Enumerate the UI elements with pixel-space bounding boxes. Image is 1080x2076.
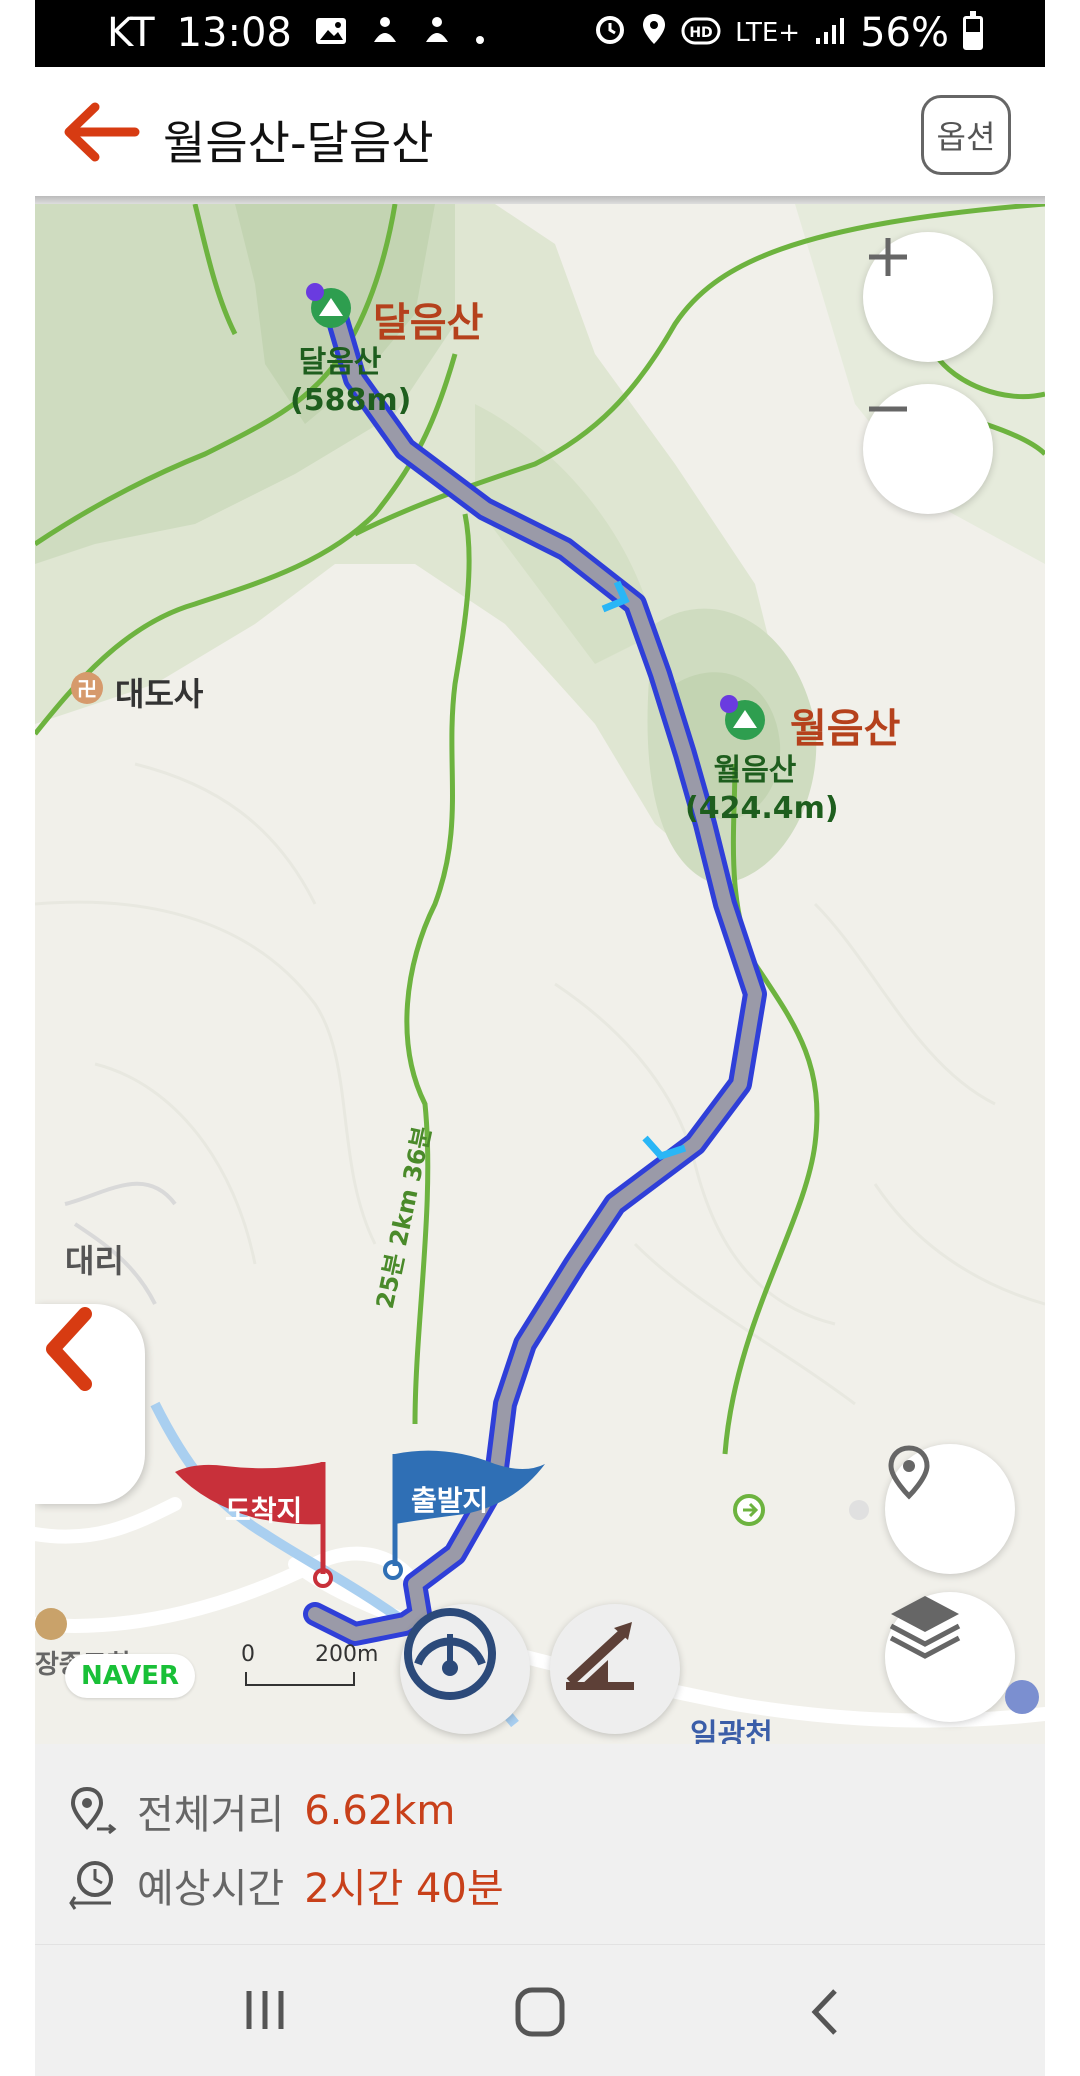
arrow-left-icon	[64, 102, 140, 162]
peak-name-woleumsan: 월음산	[790, 706, 901, 752]
zoom-in-button[interactable]	[863, 232, 993, 362]
recent-apps-icon	[246, 1991, 284, 2029]
map-view[interactable]: 卍 달음산 달음산 (588m) 월음산 월음산 (424.4m) 대도사 대리…	[35, 204, 1045, 1744]
scale-zero: 0	[241, 1642, 255, 1667]
naver-logo: NAVER	[65, 1654, 195, 1698]
peak-label-woleumsan: 월음산 (424.4m)	[685, 752, 839, 828]
carrier-text: KT	[107, 10, 155, 56]
zoom-out-button[interactable]	[863, 384, 993, 514]
time-label: 예상시간	[137, 1866, 285, 1912]
layers-icon	[889, 1596, 961, 1659]
peak-label-text: 달음산	[298, 345, 382, 380]
speed-gauge-icon	[404, 1608, 496, 1700]
dot-icon	[474, 10, 486, 56]
place-label-ilgwangcheon: 일광천	[690, 1718, 773, 1744]
estimated-time-icon	[69, 1861, 113, 1910]
signal-icon	[814, 10, 846, 56]
lte-icon: LTE+	[735, 18, 801, 48]
app-bar: 월음산-달음산 옵션	[35, 67, 1045, 197]
home-button[interactable]	[513, 1985, 567, 2043]
battery-percent: 56%	[860, 10, 949, 56]
elevation-profile-button[interactable]	[550, 1604, 680, 1734]
alarm-icon	[593, 10, 627, 56]
distance-label: 전체거리	[137, 1792, 285, 1838]
peak-elevation-text: (588m)	[290, 383, 412, 418]
image-icon	[314, 10, 348, 56]
system-nav-bar	[35, 1944, 1045, 2076]
notification-icon	[422, 10, 452, 56]
direction-arrow-icon	[642, 1135, 687, 1161]
layers-button[interactable]	[885, 1592, 1015, 1722]
route-summary-panel: 전체거리 6.62km 예상시간 2시간 40분	[35, 1744, 1045, 1944]
collapse-panel-button[interactable]	[35, 1304, 145, 1504]
peak-name-dalumsan: 달음산	[373, 300, 484, 346]
map-scale: 0 200m	[241, 1642, 378, 1686]
place-label-daedosa: 대도사	[115, 675, 204, 713]
scale-distance: 200m	[315, 1642, 379, 1667]
peak-label-dalumsan: 달음산 (588m)	[290, 344, 412, 420]
time-value: 2시간 40분	[304, 1866, 504, 1912]
svg-text:卍: 卍	[77, 677, 97, 701]
peak-elevation-text: (424.4m)	[685, 791, 839, 826]
system-back-button[interactable]	[805, 1985, 845, 2043]
place-label-daeri: 대리	[65, 1242, 124, 1280]
status-bar: KT 13:08 HD LTE+ 56%	[35, 0, 1045, 67]
recent-apps-button[interactable]	[235, 1985, 295, 2039]
info-icon[interactable]	[1005, 1680, 1039, 1714]
start-flag-label: 출발지	[411, 1484, 489, 1517]
distance-row: 전체거리 6.62km	[67, 1782, 455, 1840]
app-bar-divider	[35, 196, 1045, 204]
zoom-out-icon	[869, 406, 907, 412]
page-title: 월음산-달음산	[163, 116, 434, 170]
notification-icon	[370, 10, 400, 56]
zoom-in-icon	[869, 238, 907, 276]
my-location-button[interactable]	[885, 1444, 1015, 1574]
speed-gauge-button[interactable]	[400, 1604, 530, 1734]
battery-icon	[963, 11, 983, 50]
location-icon	[641, 10, 667, 56]
route-distance-icon	[70, 1786, 117, 1835]
options-button[interactable]: 옵션	[921, 95, 1011, 175]
hd-icon: HD	[681, 10, 721, 56]
collapse-panel-icon	[46, 1307, 92, 1391]
peak-label-text: 월음산	[713, 753, 797, 788]
distance-value: 6.62km	[304, 1788, 456, 1834]
home-icon	[515, 1987, 565, 2037]
time-text: 13:08	[176, 10, 292, 56]
my-location-icon	[888, 1445, 930, 1500]
time-row: 예상시간 2시간 40분	[67, 1856, 504, 1914]
back-icon	[811, 1989, 837, 2035]
svg-text:HD: HD	[689, 25, 712, 41]
back-arrow-button[interactable]	[55, 97, 145, 167]
app-frame: KT 13:08 HD LTE+ 56% 월음산-달음산 옵션 卍 달음산 달음…	[35, 0, 1045, 2076]
elevation-profile-icon	[566, 1622, 634, 1690]
end-flag-label: 도착지	[225, 1494, 303, 1527]
